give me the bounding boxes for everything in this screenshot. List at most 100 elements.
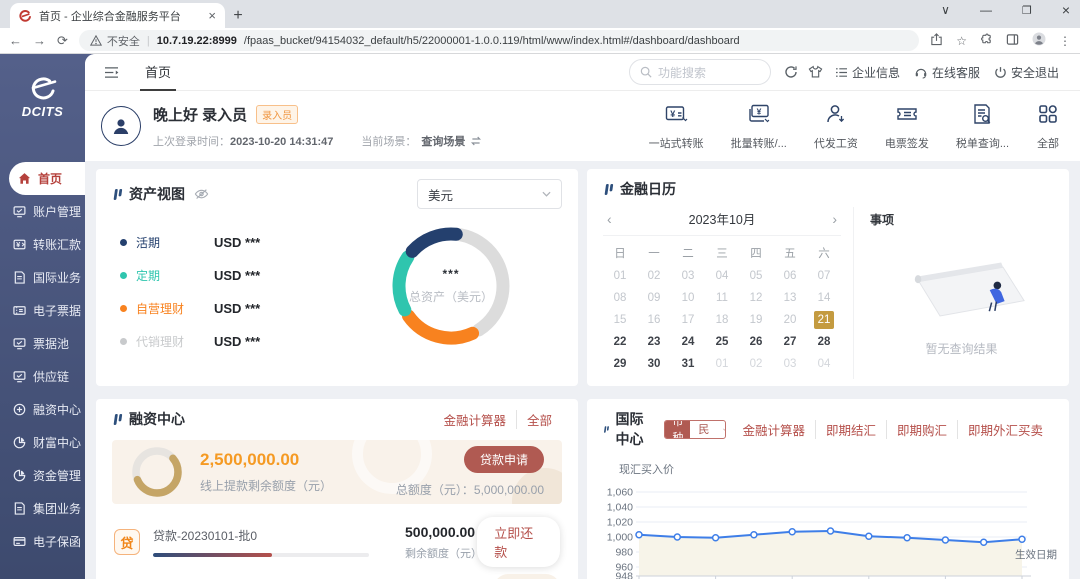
bookmark-star-icon[interactable]: ☆ bbox=[956, 34, 967, 48]
intl-link-1[interactable]: 即期结汇 bbox=[815, 420, 886, 439]
calendar-day[interactable]: 03 bbox=[671, 267, 705, 285]
intl-link-0[interactable]: 金融计算器 bbox=[732, 420, 815, 439]
quick-action-e-ticket-issue[interactable]: 电票签发 bbox=[885, 102, 929, 151]
calendar-day[interactable]: 23 bbox=[637, 333, 671, 351]
intl-link-2[interactable]: 即期购汇 bbox=[886, 420, 957, 439]
calendar-day[interactable]: 02 bbox=[637, 267, 671, 285]
browser-tab[interactable]: 首页 - 企业综合金融服务平台 × bbox=[10, 3, 225, 28]
calendar-day[interactable]: 18 bbox=[705, 311, 739, 329]
new-tab-button[interactable]: + bbox=[225, 3, 251, 28]
calendar-day[interactable]: 12 bbox=[739, 289, 773, 307]
legend-label: 定期 bbox=[136, 267, 198, 284]
calendar-day[interactable]: 01 bbox=[705, 355, 739, 373]
window-close-icon[interactable]: × bbox=[1062, 2, 1070, 18]
qa-eticket-icon bbox=[895, 102, 919, 129]
sidebar-item-guarantee[interactable]: 电子保函 bbox=[0, 525, 85, 558]
calendar-day[interactable]: 04 bbox=[705, 267, 739, 285]
visibility-toggle-icon[interactable] bbox=[194, 188, 209, 200]
browser-kebab-icon[interactable]: ⋮ bbox=[1059, 34, 1071, 48]
finance-calculator-link[interactable]: 金融计算器 bbox=[433, 410, 516, 429]
repay-now-button[interactable]: 立即还款 bbox=[477, 517, 560, 567]
sidebar-item-international[interactable]: 国际业务 bbox=[0, 261, 85, 294]
calendar-day[interactable]: 19 bbox=[739, 311, 773, 329]
currency-type-select[interactable]: 币种 人民币 bbox=[664, 420, 726, 439]
sidebar-item-wealth[interactable]: 财富中心 bbox=[0, 426, 85, 459]
calendar-day[interactable]: 27 bbox=[773, 333, 807, 351]
calendar-day[interactable]: 24 bbox=[671, 333, 705, 351]
forward-icon[interactable]: → bbox=[33, 34, 46, 47]
sidebar-item-financing[interactable]: 融资中心 bbox=[0, 393, 85, 426]
enterprise-info-link[interactable]: 企业信息 bbox=[835, 64, 900, 81]
calendar-day[interactable]: 10 bbox=[671, 289, 705, 307]
calendar-day[interactable]: 06 bbox=[773, 267, 807, 285]
collapse-menu-icon[interactable] bbox=[104, 66, 119, 79]
sidebar-item-group[interactable]: 集团业务 bbox=[0, 492, 85, 525]
current-scene[interactable]: 当前场景：查询场景 bbox=[361, 133, 482, 149]
window-maximize-icon[interactable]: ❐ bbox=[1022, 4, 1032, 17]
back-icon[interactable]: ← bbox=[9, 34, 22, 47]
quick-action-one-stop-transfer[interactable]: ¥一站式转账 bbox=[649, 102, 704, 151]
calendar-day[interactable]: 29 bbox=[603, 355, 637, 373]
reload-icon[interactable]: ⟳ bbox=[57, 34, 68, 47]
sidebar-item-accounts[interactable]: 账户管理 bbox=[0, 195, 85, 228]
side-panel-icon[interactable] bbox=[1006, 33, 1019, 49]
scene-swap-icon[interactable] bbox=[470, 136, 482, 146]
tab-close-icon[interactable]: × bbox=[208, 8, 216, 23]
tab-home[interactable]: 首页 bbox=[140, 54, 176, 91]
international-center-panel: 国际中心 币种 人民币 金融计算器即期结汇即期购汇即期外汇买卖 现汇买入价 1 bbox=[587, 399, 1069, 579]
calendar-day[interactable]: 07 bbox=[807, 267, 841, 285]
sidebar-item-bill-pool[interactable]: 票据池 bbox=[0, 327, 85, 360]
calendar-day[interactable]: 13 bbox=[773, 289, 807, 307]
remaining-credit-label: 线上提款剩余额度（元） bbox=[200, 477, 332, 494]
calendar-day[interactable]: 03 bbox=[773, 355, 807, 373]
calendar-day[interactable]: 11 bbox=[705, 289, 739, 307]
sidebar-item-e-bill[interactable]: 电子票据 bbox=[0, 294, 85, 327]
intl-link-3[interactable]: 即期外汇买卖 bbox=[957, 420, 1053, 439]
profile-avatar-icon[interactable] bbox=[1032, 32, 1046, 49]
calendar-day[interactable]: 04 bbox=[807, 355, 841, 373]
currency-select[interactable]: 美元 bbox=[417, 179, 562, 209]
calendar-day[interactable]: 22 bbox=[603, 333, 637, 351]
share-icon[interactable] bbox=[930, 33, 943, 49]
calendar-day[interactable]: 02 bbox=[739, 355, 773, 373]
calendar-day[interactable]: 05 bbox=[739, 267, 773, 285]
sidebar-item-home[interactable]: 首页 bbox=[9, 162, 85, 195]
safe-exit-link[interactable]: 安全退出 bbox=[994, 64, 1059, 81]
window-minimize-icon[interactable]: — bbox=[980, 3, 992, 17]
extensions-puzzle-icon[interactable] bbox=[980, 33, 993, 49]
calendar-day[interactable]: 28 bbox=[807, 333, 841, 351]
calendar-day[interactable]: 08 bbox=[603, 289, 637, 307]
theme-skin-icon[interactable] bbox=[808, 65, 823, 79]
calendar-next-icon[interactable]: › bbox=[832, 211, 837, 227]
sidebar-item-funds[interactable]: 资金管理 bbox=[0, 459, 85, 492]
quick-action-all[interactable]: 全部 bbox=[1036, 102, 1060, 151]
monitor-icon bbox=[13, 205, 26, 218]
online-service-link[interactable]: 在线客服 bbox=[914, 64, 980, 81]
calendar-day[interactable]: 30 bbox=[637, 355, 671, 373]
calendar-day[interactable]: 01 bbox=[603, 267, 637, 285]
calendar-day-selected[interactable]: 21 bbox=[814, 311, 834, 329]
quick-action-batch-transfer[interactable]: ¥批量转账/... bbox=[731, 102, 787, 151]
quick-action-payroll[interactable]: 代发工资 bbox=[814, 102, 858, 151]
calendar-day[interactable]: 14 bbox=[807, 289, 841, 307]
not-secure-indicator[interactable]: 不安全 bbox=[90, 33, 140, 49]
credit-summary-banner: 2,500,000.00 线上提款剩余额度（元） 贷款申请 总额度（元）：5,0… bbox=[112, 440, 562, 504]
calendar-day[interactable]: 20 bbox=[773, 311, 807, 329]
calendar-day[interactable]: 15 bbox=[603, 311, 637, 329]
search-input[interactable]: 功能搜索 bbox=[629, 59, 771, 85]
sidebar-item-transfer[interactable]: ¥转账汇款 bbox=[0, 228, 85, 261]
address-bar[interactable]: 不安全 | 10.7.19.22:8999 /fpaas_bucket/9415… bbox=[79, 30, 919, 51]
refresh-icon[interactable] bbox=[784, 65, 798, 79]
calendar-day[interactable]: 25 bbox=[705, 333, 739, 351]
calendar-day[interactable]: 09 bbox=[637, 289, 671, 307]
view-all-link[interactable]: 全部 bbox=[516, 410, 562, 429]
quick-action-tax-query[interactable]: 税单查询... bbox=[956, 102, 1009, 151]
sidebar-item-supply-chain[interactable]: 供应链 bbox=[0, 360, 85, 393]
calendar-day[interactable]: 26 bbox=[739, 333, 773, 351]
browser-menu-chevron-icon[interactable]: ∨ bbox=[941, 3, 950, 17]
calendar-day[interactable]: 31 bbox=[671, 355, 705, 373]
calendar-prev-icon[interactable]: ‹ bbox=[607, 211, 612, 227]
loan-apply-button[interactable]: 贷款申请 bbox=[464, 446, 544, 473]
calendar-day[interactable]: 17 bbox=[671, 311, 705, 329]
calendar-day[interactable]: 16 bbox=[637, 311, 671, 329]
